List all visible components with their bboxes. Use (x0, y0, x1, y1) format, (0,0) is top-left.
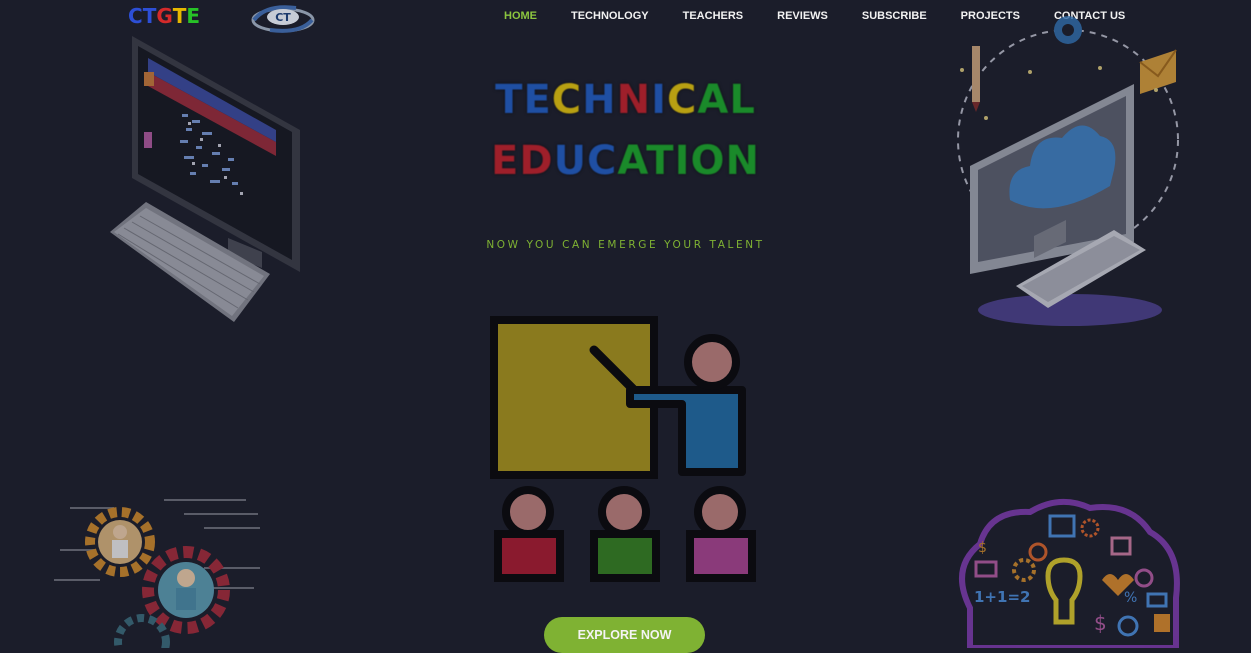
logo-letter: T (142, 4, 157, 28)
title-letter: A (697, 77, 730, 123)
title-letter: E (491, 138, 520, 184)
svg-text:1+1=2: 1+1=2 (974, 588, 1030, 606)
title-letter: U (553, 138, 588, 184)
badge-text: CT (275, 11, 291, 24)
title-letter: T (646, 138, 675, 184)
logo-letter: G (156, 4, 173, 28)
logo-letter: T (172, 4, 187, 28)
title-letter: C (587, 138, 618, 184)
title-letter: C (551, 77, 583, 123)
svg-text:$: $ (1094, 611, 1107, 635)
title-letter: N (616, 77, 652, 123)
logo-letter: C (128, 4, 143, 28)
brain-ideas-icon: 1+1=2 $ $ % (959, 498, 1180, 648)
nav-technology[interactable]: TECHNOLOGY (571, 10, 649, 22)
title-letter: T (495, 77, 524, 123)
title-letter: D (519, 138, 554, 184)
gears-people-icon (54, 499, 260, 648)
brand-logo[interactable]: CTGTE (128, 4, 200, 28)
svg-text:%: % (1124, 590, 1137, 606)
ct-badge-icon[interactable]: CT (246, 0, 320, 36)
title-letter: O (690, 138, 726, 184)
title-letter: N (725, 138, 760, 184)
nav-subscribe[interactable]: SUBSCRIBE (862, 10, 927, 22)
title-letter: H (582, 77, 617, 123)
title-letter: A (617, 138, 647, 184)
title-letter: I (651, 77, 667, 123)
hero-tagline: NOW YOU CAN EMERGE YOUR TALENT (486, 239, 765, 251)
title-letter: C (667, 77, 698, 123)
svg-text:$: $ (978, 540, 987, 556)
classroom-teacher-icon (490, 316, 756, 582)
title-letter: L (729, 77, 756, 123)
nav-teachers[interactable]: TEACHERS (683, 10, 744, 22)
hero-title-line2: EDUCATION (0, 138, 1251, 184)
hero-title-line1: TECHNICAL (0, 77, 1251, 123)
nav-reviews[interactable]: REVIEWS (777, 10, 828, 22)
title-letter: E (523, 77, 552, 123)
title-letter: I (674, 138, 691, 184)
logo-letter: E (186, 4, 201, 28)
nav-home[interactable]: HOME (504, 10, 537, 22)
